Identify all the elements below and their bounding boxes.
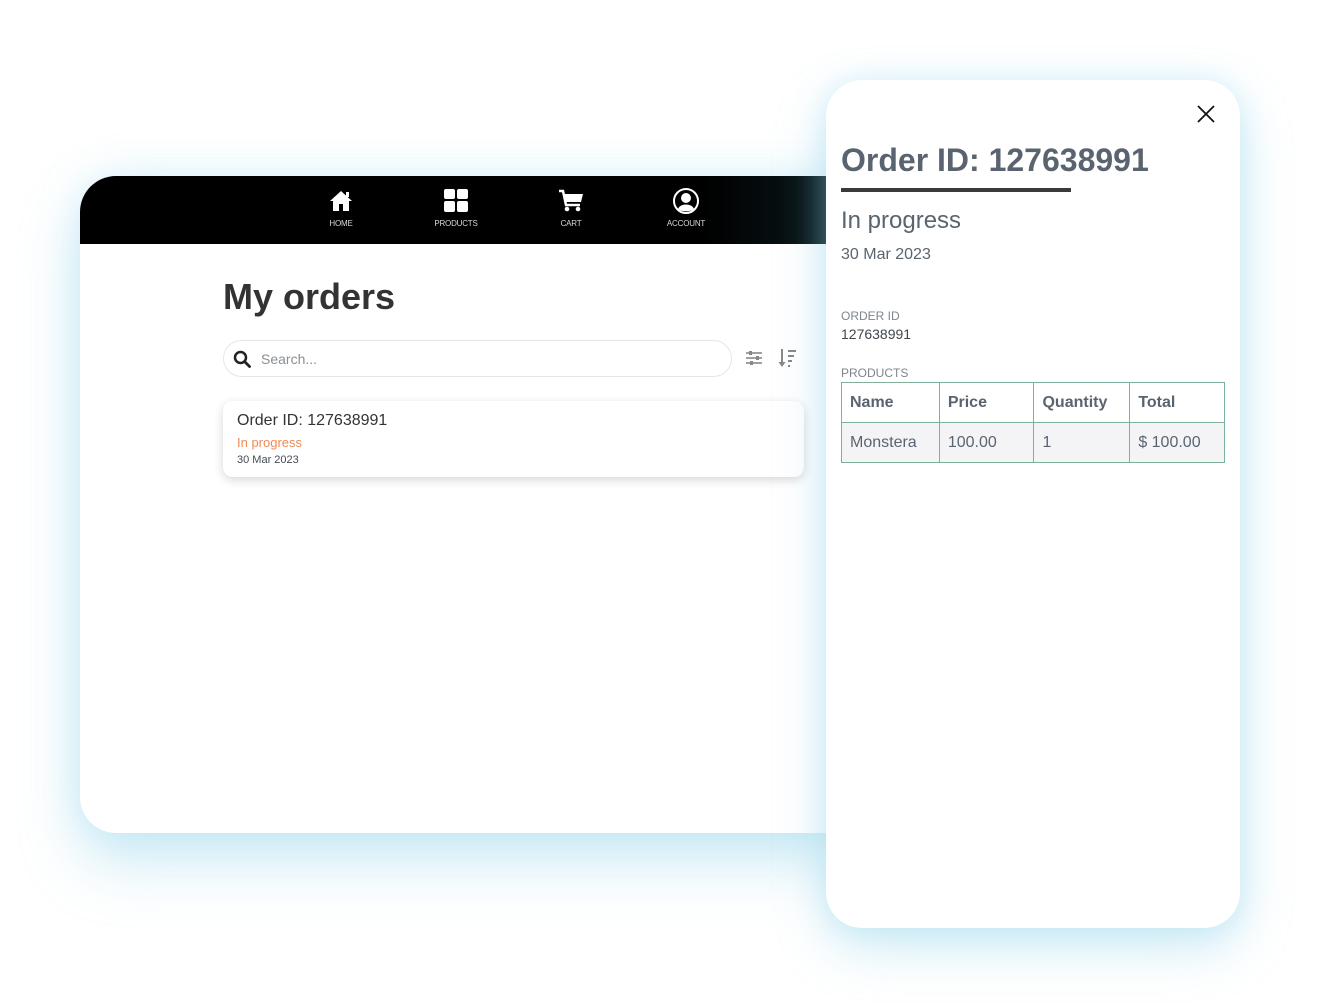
cart-icon xyxy=(559,189,583,212)
products-table-header-row: Name Price Quantity Total xyxy=(841,382,1225,423)
nav-label-products: PRODUCTS xyxy=(434,219,478,228)
order-card-status: In progress xyxy=(237,435,303,450)
account-icon xyxy=(673,188,699,214)
products-table: Name Price Quantity Total Monstera 100.0… xyxy=(841,382,1225,463)
close-icon[interactable] xyxy=(1196,104,1216,124)
search-input[interactable] xyxy=(261,350,701,367)
cell-quantity: 1 xyxy=(1033,422,1131,463)
nav-item-account[interactable]: ACCOUNT xyxy=(641,188,731,228)
table-row: Monstera 100.00 1 $ 100.00 xyxy=(841,422,1225,463)
column-header-name: Name xyxy=(841,382,940,423)
column-header-total: Total xyxy=(1129,382,1225,423)
nav-label-home: HOME xyxy=(329,219,353,228)
cell-total: $ 100.00 xyxy=(1129,422,1225,463)
order-card-id: Order ID: 127638991 xyxy=(237,412,388,429)
detail-date: 30 Mar 2023 xyxy=(841,246,931,263)
nav-item-home[interactable]: HOME xyxy=(296,188,386,228)
detail-status: In progress xyxy=(841,207,962,234)
page-title: My orders xyxy=(223,276,396,317)
products-label: PRODUCTS xyxy=(841,366,909,380)
column-header-price: Price xyxy=(938,382,1035,423)
order-card-date: 30 Mar 2023 xyxy=(237,454,299,466)
order-id-label: ORDER ID xyxy=(841,309,900,323)
sort-descending-icon[interactable] xyxy=(777,348,797,368)
title-underline-divider xyxy=(841,188,1071,192)
nav-item-cart[interactable]: CART xyxy=(526,188,616,228)
order-id-value: 127638991 xyxy=(841,326,912,342)
order-list-item[interactable]: Order ID: 127638991 In progress 30 Mar 2… xyxy=(223,401,804,477)
home-icon xyxy=(330,191,352,211)
grid-icon xyxy=(444,189,468,212)
sliders-icon[interactable] xyxy=(744,348,764,368)
search-bar[interactable] xyxy=(223,340,732,377)
search-icon xyxy=(233,350,251,368)
nav-label-account: ACCOUNT xyxy=(666,219,706,228)
cell-price: 100.00 xyxy=(938,422,1035,463)
orders-app-window: HOME PRODUCTS CART ACCOUNT My orders Sea… xyxy=(80,176,840,833)
detail-title: Order ID: 127638991 xyxy=(841,142,1149,178)
column-header-quantity: Quantity xyxy=(1033,382,1131,423)
cell-product-name: Monstera xyxy=(841,422,940,463)
nav-label-cart: CART xyxy=(560,219,582,228)
nav-item-products[interactable]: PRODUCTS xyxy=(411,188,501,228)
order-detail-panel: Order ID: 127638991 In progress 30 Mar 2… xyxy=(826,80,1240,928)
top-navigation-bar: HOME PRODUCTS CART ACCOUNT xyxy=(80,176,840,244)
